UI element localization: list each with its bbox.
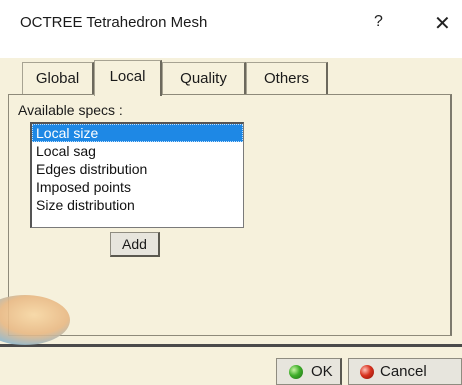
help-button[interactable]: ? [374, 13, 383, 31]
spec-item-size-distribution[interactable]: Size distribution [32, 196, 243, 214]
ok-button-label: OK [311, 363, 333, 380]
cancel-button-label: Cancel [380, 363, 427, 380]
specs-listbox[interactable]: Local size Local sag Edges distribution … [30, 122, 244, 228]
tab-others[interactable]: Others [246, 62, 328, 94]
tab-local[interactable]: Local [94, 60, 162, 96]
spec-item-local-sag[interactable]: Local sag [32, 142, 243, 160]
green-ok-icon [289, 365, 303, 379]
add-button[interactable]: Add [110, 232, 160, 257]
cancel-button[interactable]: Cancel [348, 358, 462, 385]
tab-global[interactable]: Global [22, 62, 94, 94]
spec-item-edges-distribution[interactable]: Edges distribution [32, 160, 243, 178]
title-bar[interactable]: OCTREE Tetrahedron Mesh ? ✕ [0, 0, 462, 58]
close-button[interactable]: ✕ [434, 11, 451, 36]
spec-item-imposed-points[interactable]: Imposed points [32, 178, 243, 196]
available-specs-label: Available specs : [18, 102, 123, 118]
dialog-body: Global Local Quality Others Available sp… [0, 58, 462, 385]
spec-item-local-size[interactable]: Local size [32, 124, 243, 142]
tab-quality[interactable]: Quality [162, 62, 246, 94]
ok-button[interactable]: OK [276, 358, 342, 385]
red-cancel-icon [360, 365, 374, 379]
window-title: OCTREE Tetrahedron Mesh [20, 14, 208, 31]
